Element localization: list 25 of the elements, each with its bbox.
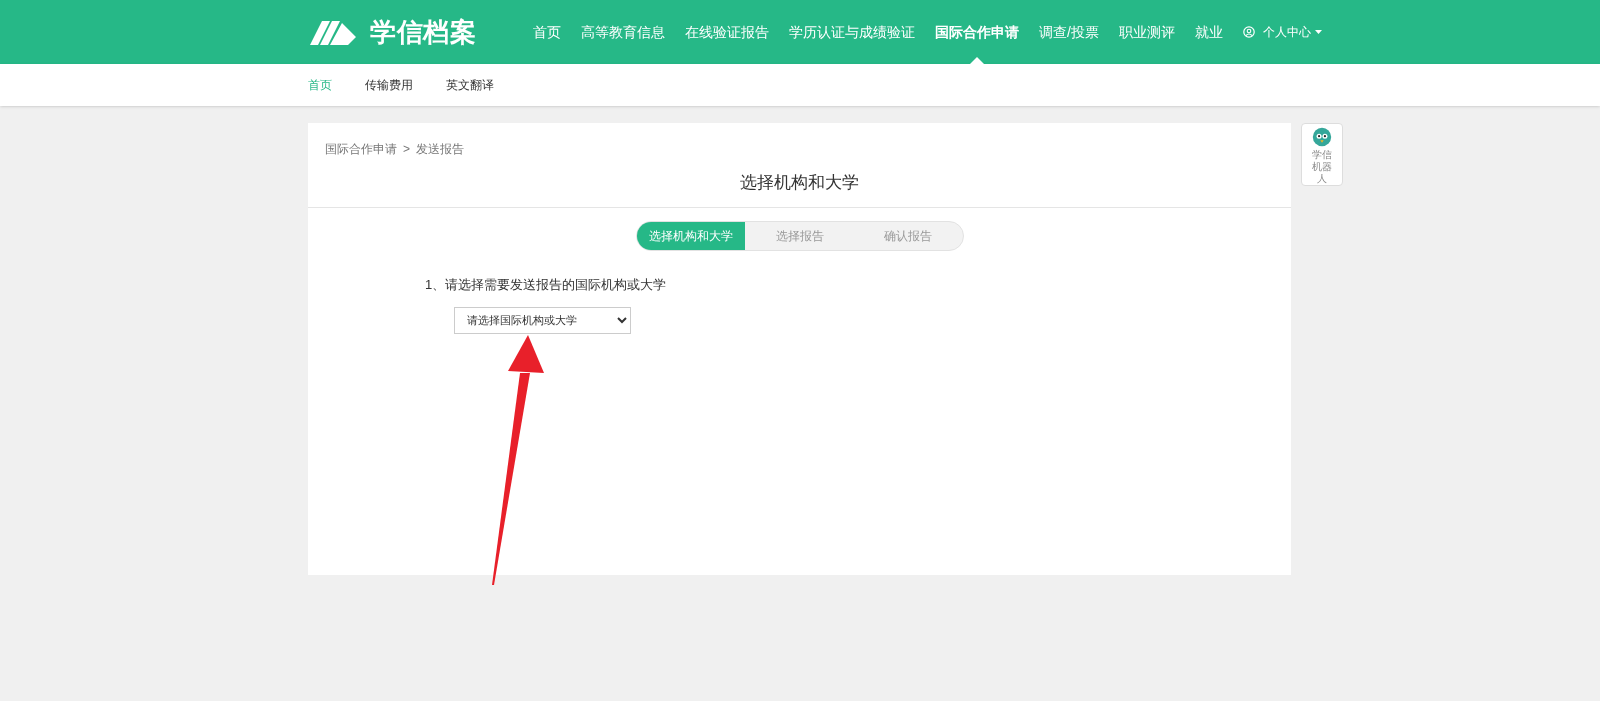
breadcrumb-separator: > <box>403 141 410 158</box>
nav-link[interactable]: 高等教育信息 <box>571 0 675 64</box>
step-label: 确认报告 <box>883 228 934 245</box>
subnav-link[interactable]: 传输费用 <box>365 76 413 94</box>
nav-link[interactable]: 职业测评 <box>1108 0 1185 64</box>
nav-link[interactable]: 首页 <box>523 0 571 64</box>
user-menu[interactable]: 个人中心 <box>1232 0 1332 64</box>
question-text: 1、请选择需要发送报告的国际机构或大学 <box>425 276 668 294</box>
nav-link[interactable]: 在线验证报告 <box>675 0 779 64</box>
nav-link[interactable]: 调查/投票 <box>1029 0 1109 64</box>
robot-label: 学信机器人 <box>1311 149 1333 185</box>
user-icon <box>1242 26 1255 38</box>
breadcrumb-link[interactable]: 国际合作申请 <box>325 140 397 158</box>
subnav-link[interactable]: 首页 <box>308 76 332 94</box>
caret-icon <box>1314 30 1322 34</box>
breadcrumb-current: 发送报告 <box>416 141 464 158</box>
robot-icon <box>1310 127 1334 147</box>
robot-widget[interactable]: 学信机器人 <box>1301 123 1343 186</box>
subnav-link[interactable]: 英文翻译 <box>446 76 494 94</box>
page-title: 选择机构和大学 <box>740 171 859 194</box>
logo-text: 学信档案 <box>370 15 477 49</box>
nav-link[interactable]: 就业 <box>1184 0 1233 64</box>
nav-link[interactable]: 学历认证与成绩验证 <box>779 0 925 64</box>
step-label: 选择报告 <box>774 228 825 245</box>
institution-select[interactable]: 请选择国际机构或大学 <box>454 306 631 334</box>
